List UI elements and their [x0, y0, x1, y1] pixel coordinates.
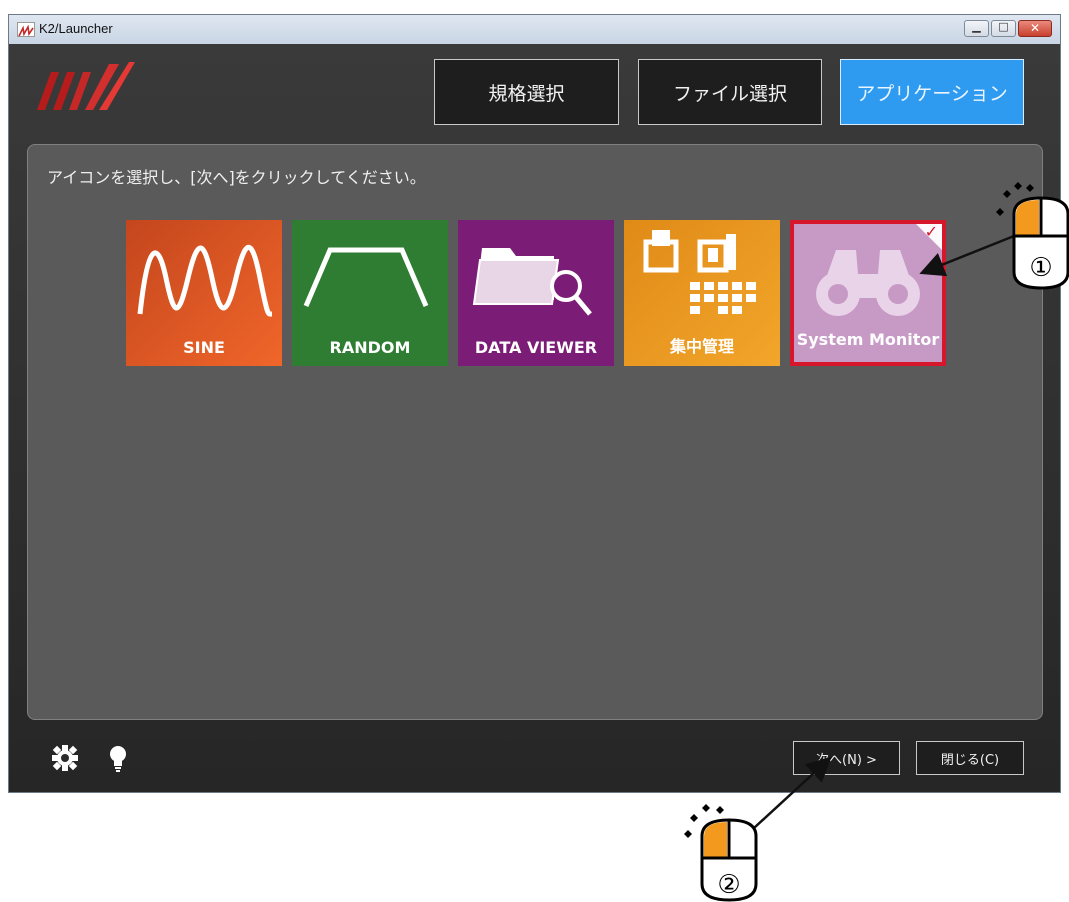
minimize-icon: ▁	[972, 20, 981, 33]
settings-gear-icon[interactable]	[51, 744, 79, 772]
next-button[interactable]: 次へ(N) >	[793, 741, 900, 775]
company-logo	[37, 62, 135, 110]
minimize-button[interactable]: ▁	[964, 20, 989, 37]
tab-file-select[interactable]: ファイル選択	[638, 59, 822, 125]
tile-data-viewer[interactable]: DATA VIEWER	[458, 220, 614, 366]
application-panel: アイコンを選択し、[次へ]をクリックしてください。 SINE RANDOM DA…	[27, 144, 1043, 720]
step2-label: ②	[717, 870, 740, 900]
maximize-icon: □	[998, 20, 1009, 33]
tab-application[interactable]: アプリケーション	[840, 59, 1024, 125]
tile-system-monitor[interactable]: ✓ System Monitor	[790, 220, 946, 366]
launcher-window: K2/Launcher ▁ □ ✕ 規格選択 ファイル選択 アプリケーション ア…	[8, 14, 1061, 793]
app-icon	[17, 22, 35, 37]
lightbulb-icon[interactable]	[108, 744, 128, 774]
tile-central-management[interactable]: 集中管理	[624, 220, 780, 366]
close-icon: ✕	[1029, 21, 1041, 35]
tile-random-label: RANDOM	[329, 338, 411, 357]
tab-standard-select[interactable]: 規格選択	[434, 59, 619, 125]
mouse-icon-step2: ②	[684, 804, 758, 902]
tile-sine-label: SINE	[183, 338, 225, 357]
tile-random[interactable]: RANDOM	[292, 220, 448, 366]
close-window-button[interactable]: ✕	[1018, 20, 1052, 37]
tile-system-monitor-label: System Monitor	[796, 330, 940, 349]
tile-sine[interactable]: SINE	[126, 220, 282, 366]
maximize-button[interactable]: □	[991, 20, 1016, 37]
instruction-text: アイコンを選択し、[次へ]をクリックしてください。	[47, 168, 426, 187]
checkmark-icon: ✓	[924, 222, 938, 241]
tile-data-viewer-label: DATA VIEWER	[474, 338, 598, 357]
title-bar: K2/Launcher ▁ □ ✕	[9, 15, 1060, 45]
tile-central-management-label: 集中管理	[669, 337, 734, 356]
window-title: K2/Launcher	[39, 21, 113, 36]
close-button[interactable]: 閉じる(C)	[916, 741, 1024, 775]
client-area: 規格選択 ファイル選択 アプリケーション アイコンを選択し、[次へ]をクリックし…	[9, 44, 1060, 792]
